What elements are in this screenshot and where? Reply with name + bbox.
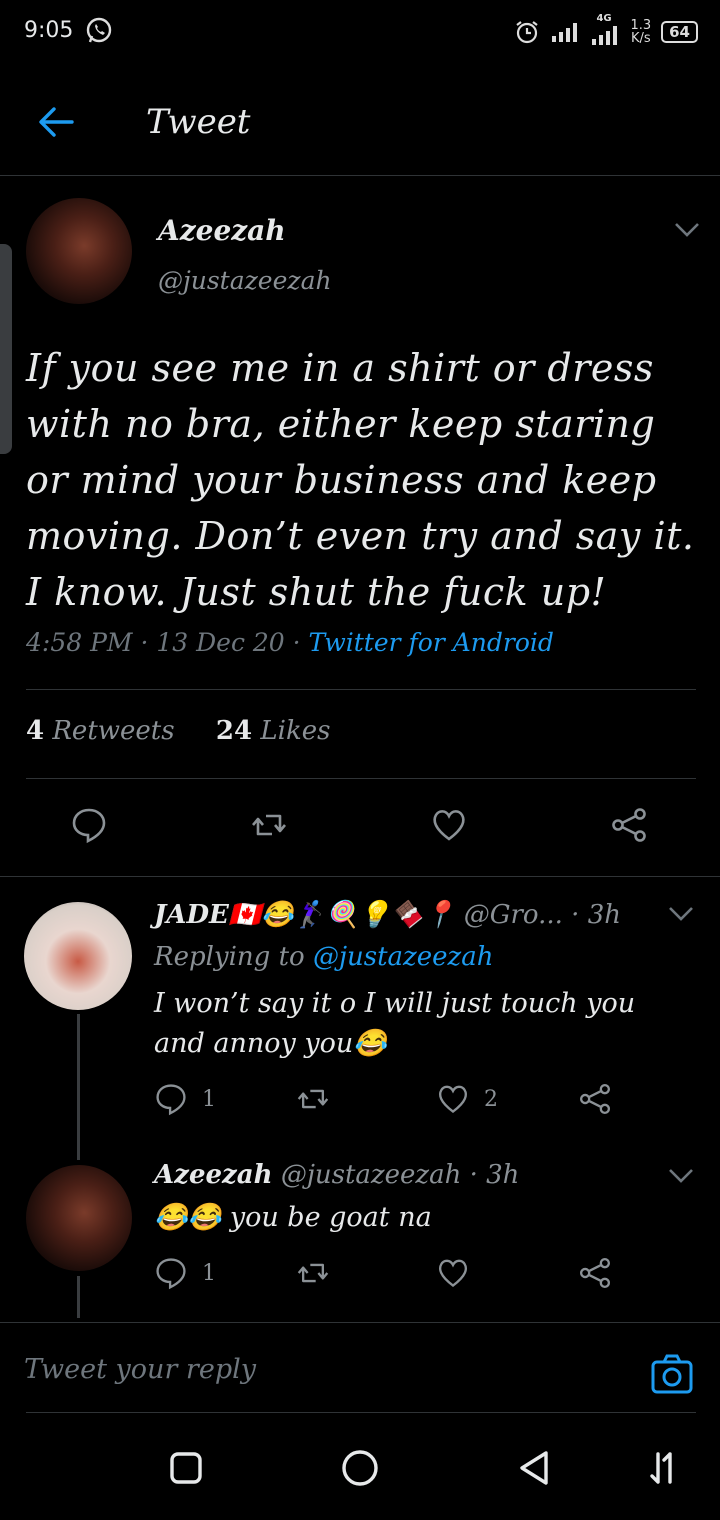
reply-button[interactable]: 1 xyxy=(154,1082,216,1116)
comment-icon xyxy=(156,1258,186,1290)
tweet-text: If you see me in a shirt or dress with n… xyxy=(26,346,695,614)
divider xyxy=(0,1322,720,1323)
replying-to: Replying to @justazeezah xyxy=(154,942,494,972)
like-count: 2 xyxy=(484,1086,498,1112)
reply-header: Azeezah @justazeezah · 3h xyxy=(154,1160,519,1190)
share-button[interactable] xyxy=(610,806,648,844)
divider xyxy=(0,876,720,877)
reply-count: 1 xyxy=(202,1086,216,1112)
avatar[interactable] xyxy=(26,198,132,304)
retweets-stat[interactable]: 4 Retweets xyxy=(26,716,175,746)
signal-icon xyxy=(552,23,578,42)
author-handle[interactable]: @justazeezah xyxy=(158,266,332,295)
reply-handle-time[interactable]: @justazeezah · 3h xyxy=(281,1160,520,1190)
back-arrow-icon[interactable] xyxy=(36,102,76,142)
status-indicators: 4G 1.3 K/s 64 xyxy=(514,13,698,50)
comment-icon xyxy=(156,1084,186,1116)
reply-actions: 1 xyxy=(0,1252,720,1312)
reply-author-name[interactable]: Azeezah xyxy=(154,1160,273,1190)
comment-icon xyxy=(72,808,106,844)
like-button[interactable] xyxy=(436,1256,470,1290)
tweet-stats: 4 Retweets 24 Likes xyxy=(26,716,330,746)
replying-to-handle[interactable]: @justazeezah xyxy=(313,942,494,972)
status-bar: 9:05 4G 1.3 K/s 64 xyxy=(0,0,720,64)
like-button[interactable]: 2 xyxy=(436,1082,498,1116)
chevron-down-icon[interactable] xyxy=(668,1168,694,1184)
network-type: 4G xyxy=(596,13,612,24)
reply-count: 1 xyxy=(202,1260,216,1286)
retweet-icon xyxy=(297,1089,329,1109)
divider xyxy=(26,778,696,779)
camera-icon[interactable] xyxy=(650,1352,694,1396)
divider xyxy=(26,1412,696,1413)
heart-icon xyxy=(439,1085,467,1113)
retweet-button[interactable] xyxy=(296,1256,330,1290)
system-nav-bar xyxy=(0,1416,720,1520)
status-time: 9:05 xyxy=(24,18,74,43)
page-title: Tweet xyxy=(146,102,251,142)
alarm-icon xyxy=(516,21,539,44)
reply-author-name[interactable]: JADE🇨🇦😂🏌🏿‍♀️🍭💡🍫📍 xyxy=(154,900,455,930)
chevron-down-icon[interactable] xyxy=(674,222,700,238)
avatar[interactable] xyxy=(24,902,132,1010)
edge-panel-handle[interactable] xyxy=(0,244,12,454)
reply-actions: 1 2 xyxy=(0,1078,720,1138)
share-icon xyxy=(579,1257,611,1289)
battery-indicator: 64 xyxy=(661,21,698,43)
share-icon xyxy=(612,808,646,842)
reply-handle-time[interactable]: @Gro... · 3h xyxy=(464,900,621,930)
app-header: Tweet xyxy=(0,66,720,176)
share-button[interactable] xyxy=(578,1082,612,1116)
reply-text: 😂😂 you be goat na xyxy=(154,1202,432,1233)
network-signal-icon: 4G xyxy=(590,13,620,45)
reply-input[interactable]: Tweet your reply xyxy=(24,1354,256,1385)
likes-stat[interactable]: 24 Likes xyxy=(216,716,331,746)
reply-text: I won’t say it o I will just touch you a… xyxy=(154,988,636,1059)
retweet-button[interactable] xyxy=(250,806,288,844)
author-name[interactable]: Azeezah xyxy=(158,214,286,247)
rotate-icon[interactable] xyxy=(644,1448,684,1488)
heart-icon xyxy=(439,1259,467,1287)
reply-button[interactable] xyxy=(70,806,108,844)
retweet-icon xyxy=(252,814,286,836)
like-button[interactable] xyxy=(430,806,468,844)
reply-button[interactable]: 1 xyxy=(154,1256,216,1290)
tweet-timestamp: 4:58 PM · 13 Dec 20 · xyxy=(26,628,309,657)
tweet-actions xyxy=(0,798,720,858)
chevron-down-icon[interactable] xyxy=(668,906,694,922)
share-icon xyxy=(579,1083,611,1115)
tweet-meta: 4:58 PM · 13 Dec 20 · Twitter for Androi… xyxy=(26,628,554,657)
whatsapp-icon xyxy=(86,17,112,43)
retweet-icon xyxy=(297,1263,329,1283)
heart-icon xyxy=(433,810,465,841)
back-icon[interactable] xyxy=(514,1448,554,1488)
network-speed: 1.3 K/s xyxy=(630,18,652,46)
retweet-button[interactable] xyxy=(296,1082,330,1116)
recents-icon[interactable] xyxy=(166,1448,206,1488)
reply-header: JADE🇨🇦😂🏌🏿‍♀️🍭💡🍫📍 @Gro... · 3h xyxy=(154,900,621,930)
divider xyxy=(26,689,696,690)
tweet-source-link[interactable]: Twitter for Android xyxy=(309,628,554,657)
share-button[interactable] xyxy=(578,1256,612,1290)
home-icon[interactable] xyxy=(340,1448,380,1488)
